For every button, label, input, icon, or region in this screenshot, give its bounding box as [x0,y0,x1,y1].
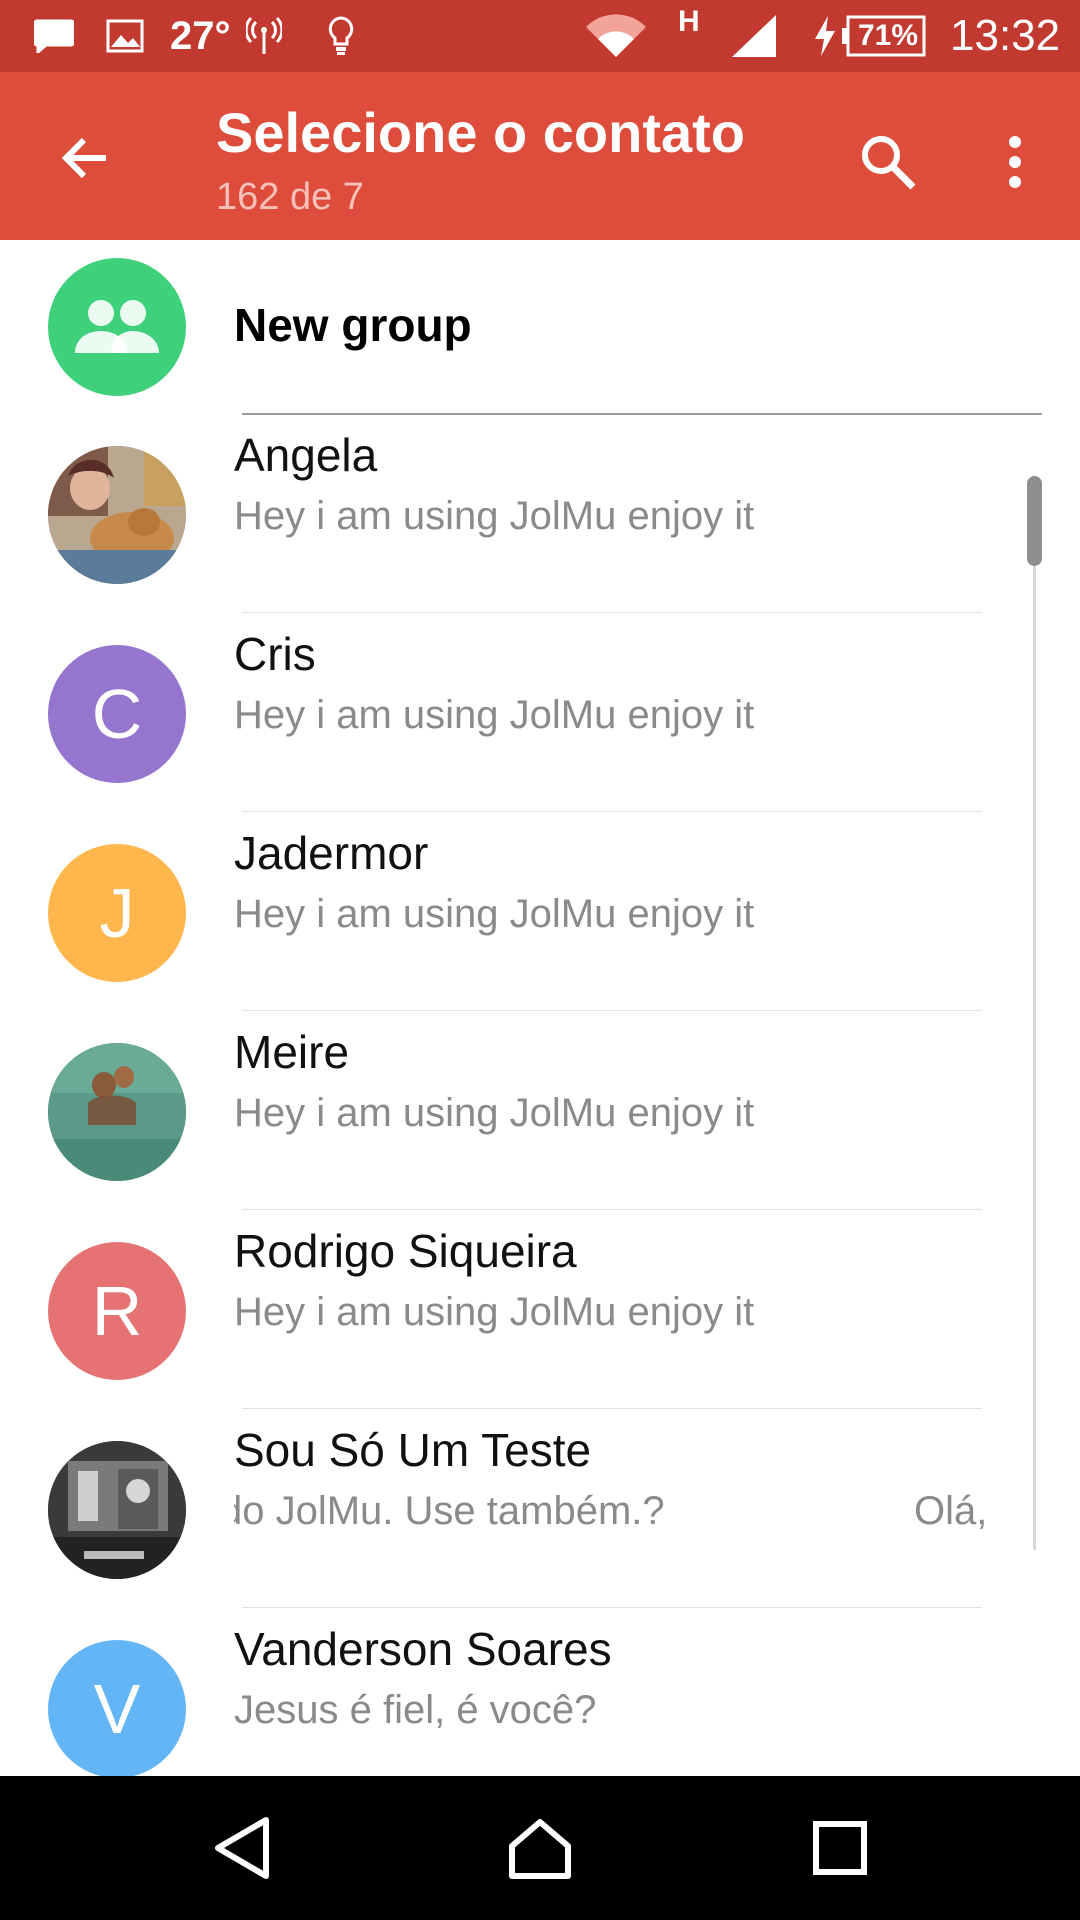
contact-name: Jadermor [234,827,429,879]
search-icon[interactable] [848,122,928,202]
contact-avatar: C [48,645,186,783]
new-group-label: New group [234,299,472,351]
contact-row-angela[interactable]: Angela Hey i am using JolMu enjoy it [0,414,1080,613]
contact-name: Angela [234,429,378,481]
contact-status: Jesus é fiel, é você? [234,1688,597,1732]
signal-icon [730,0,778,72]
page-title: Selecione o contato [216,101,745,164]
teste-photo [48,1441,186,1579]
contact-name: Rodrigo Siqueira [234,1225,577,1277]
app-bar: Selecione o contato 162 de 7 [0,72,1080,240]
avatar-initial: V [93,1670,141,1748]
contact-status-continued: Olá, [914,1489,984,1533]
avatar-initial: R [91,1272,143,1350]
temperature: 27° [170,13,231,58]
bulb-icon [326,0,356,72]
contact-row-rodrigo-siqueira[interactable]: R Rodrigo Siqueira Hey i am using JolMu … [0,1210,1080,1409]
wifi-icon [584,0,648,72]
contact-avatar-photo [48,446,186,584]
contact-avatar: V [48,1640,186,1776]
status-bar: 27° H 71% 13:32 [0,0,1080,72]
image-icon [106,0,144,72]
contact-name: Meire [234,1026,350,1078]
back-arrow-icon[interactable] [48,122,120,194]
contact-status: Hey i am using JolMu enjoy it [234,1091,755,1135]
new-group-avatar [48,258,186,396]
recents-nav-icon[interactable] [790,1798,890,1898]
charging-icon [812,0,838,72]
back-nav-icon[interactable] [192,1798,292,1898]
avatar-initial: C [91,675,143,753]
message-icon [34,0,74,72]
meire-photo [48,1043,186,1181]
contact-name: Cris [234,628,316,680]
contact-avatar-photo [48,1441,186,1579]
antenna-icon [246,0,282,72]
contact-row-meire[interactable]: Meire Hey i am using JolMu enjoy it [0,1011,1080,1210]
contact-row-sou-so-um-teste[interactable]: Sou Só Um Teste do JolMu. Use também.? O… [0,1409,1080,1608]
contact-status-marquee: do JolMu. Use também.? Olá, [234,1489,984,1545]
contact-list[interactable]: New group Angela Hey i am using JolMu en… [0,240,1080,1776]
battery-percent: 71% [858,19,919,52]
contact-avatar-photo [48,1043,186,1181]
angela-photo [48,446,186,584]
contact-status: Hey i am using JolMu enjoy it [234,693,755,737]
group-icon [75,300,159,353]
contact-name: Vanderson Soares [234,1623,612,1675]
contact-row-jadermor[interactable]: J Jadermor Hey i am using JolMu enjoy it [0,812,1080,1011]
scrollbar-track[interactable] [1033,560,1036,1550]
new-group-row[interactable]: New group [0,240,1080,415]
contact-status: do JolMu. Use também.? [234,1489,665,1533]
contact-row-cris[interactable]: C Cris Hey i am using JolMu enjoy it [0,613,1080,812]
avatar-initial: J [99,874,135,952]
page-subtitle: 162 de 7 [216,176,364,218]
network-type: H [678,5,700,38]
contact-status: Hey i am using JolMu enjoy it [234,892,755,936]
contact-name: Sou Só Um Teste [234,1424,592,1476]
contact-status: Hey i am using JolMu enjoy it [234,494,755,538]
navigation-bar [0,1776,1080,1920]
contact-status: Hey i am using JolMu enjoy it [234,1290,755,1334]
contact-avatar: R [48,1242,186,1380]
more-options-icon[interactable] [980,122,1050,202]
clock: 13:32 [950,11,1061,60]
contact-avatar: J [48,844,186,982]
contact-row-vanderson-soares[interactable]: V Vanderson Soares Jesus é fiel, é você? [0,1608,1080,1776]
scrollbar-thumb[interactable] [1027,476,1042,566]
home-nav-icon[interactable] [490,1798,590,1898]
